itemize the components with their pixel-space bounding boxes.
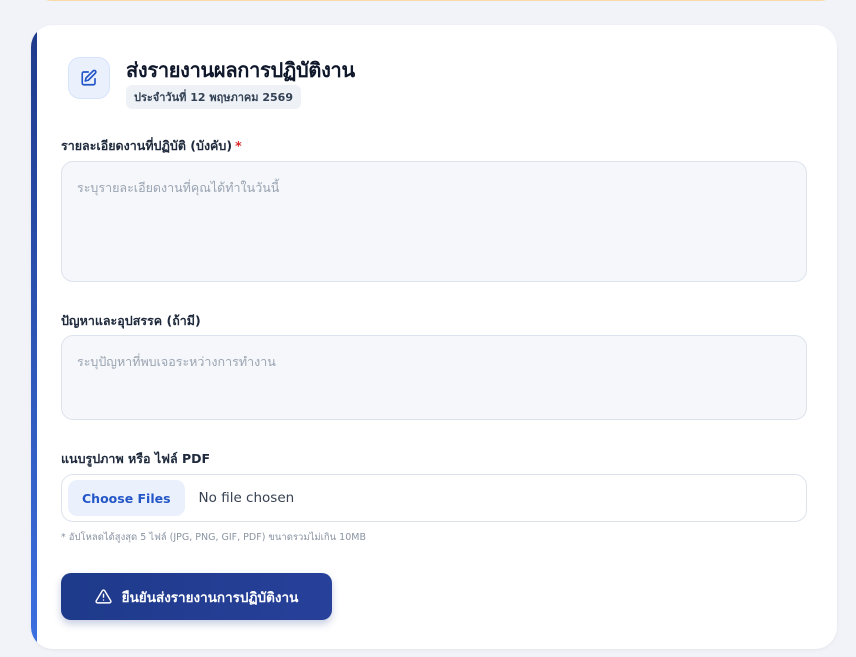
file-status-text: No file chosen [198,490,295,506]
required-mark: * [235,138,242,153]
issues-textarea[interactable] [61,335,807,420]
edit-icon [68,57,110,99]
details-label: รายละเอียดงานที่ปฏิบัติ (บังคับ) * [61,136,242,156]
report-form-card: ส่งรายงานผลการปฏิบัติงาน ประจำวันที่ 12 … [31,25,837,649]
submit-report-button[interactable]: ยืนยันส่งรายงานการปฏิบัติงาน [61,573,332,620]
submit-label: ยืนยันส่งรายงานการปฏิบัติงาน [121,589,299,606]
attachment-label: แนบรูปภาพ หรือ ไฟล์ PDF [61,451,211,466]
notice-banner-edge [38,0,834,1]
choose-files-button[interactable]: Choose Files [68,480,185,516]
file-input[interactable]: Choose Files No file chosen [61,474,807,522]
card-accent-bar [31,25,37,649]
details-label-text: รายละเอียดงานที่ปฏิบัติ (บังคับ) [61,138,233,153]
details-textarea[interactable] [61,161,807,282]
date-badge: ประจำวันที่ 12 พฤษภาคม 2569 [126,85,301,109]
issues-label: ปัญหาและอุปสรรค (ถ้ามี) [61,313,201,328]
page-title: ส่งรายงานผลการปฏิบัติงาน [126,58,355,82]
upload-hint: * อัปโหลดได้สูงสุด 5 ไฟล์ (JPG, PNG, GIF… [61,532,366,543]
warning-icon [95,588,112,605]
